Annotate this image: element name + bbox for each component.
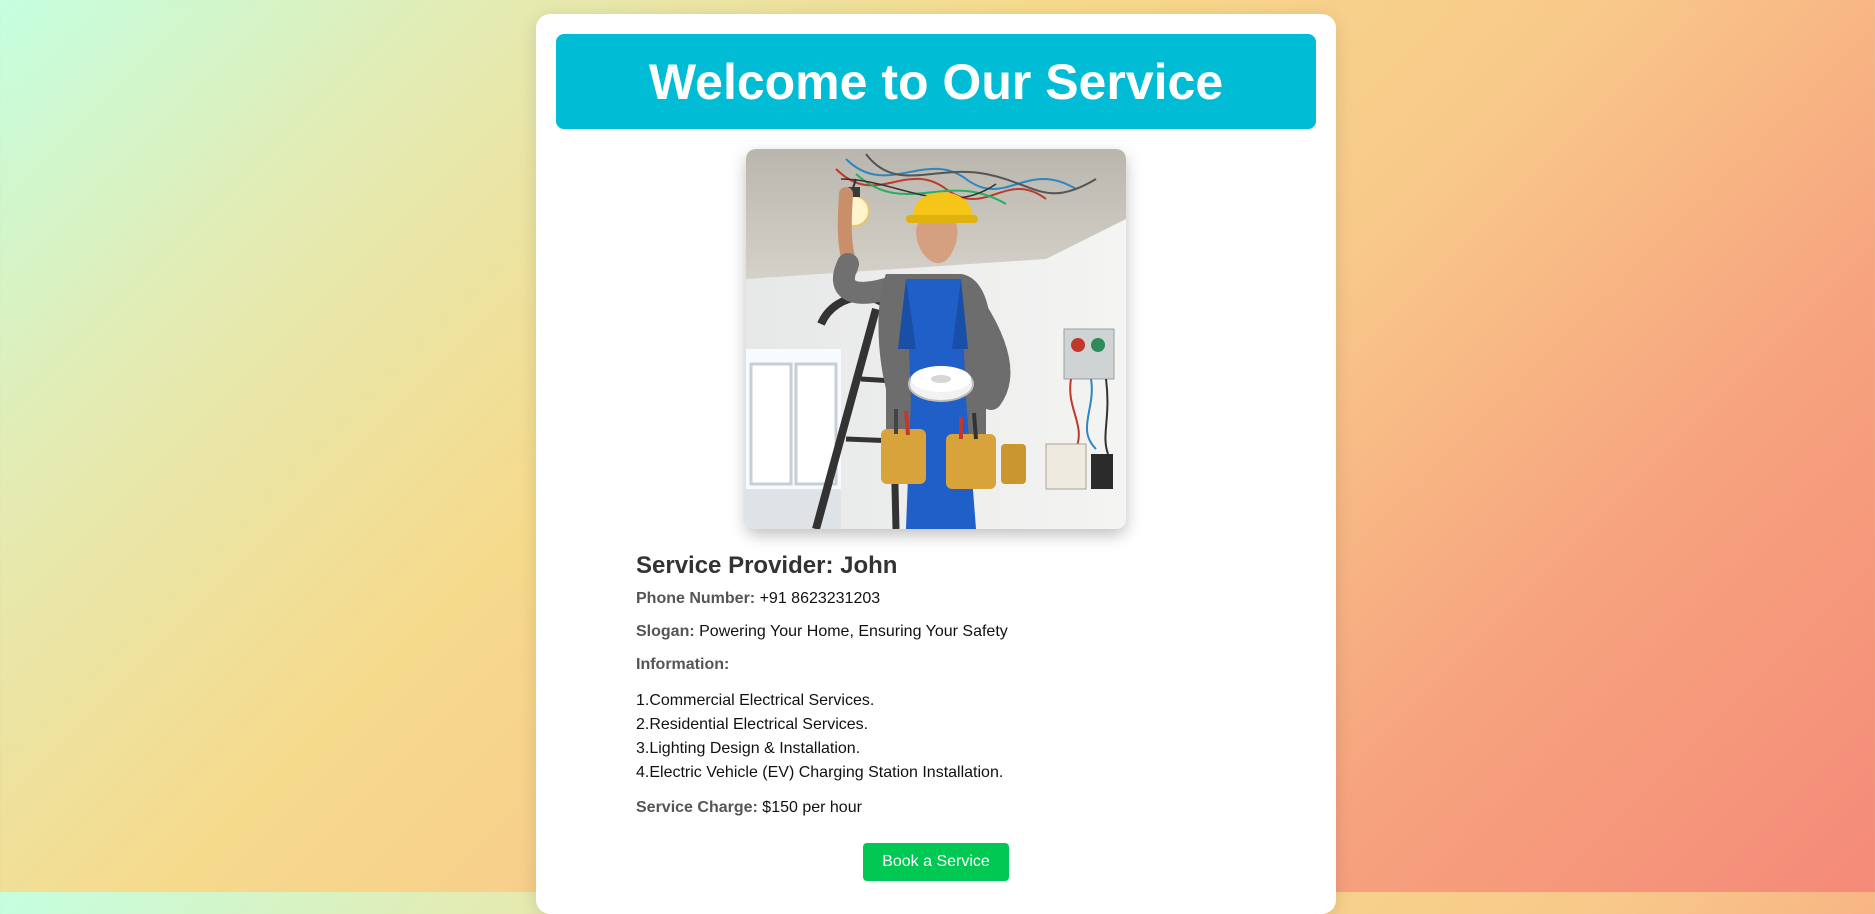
charge-value: $150 per hour — [762, 799, 862, 816]
phone-row: Phone Number: +91 8623231203 — [636, 590, 1236, 608]
book-service-button[interactable]: Book a Service — [863, 843, 1009, 881]
info-row: Information: — [636, 656, 1236, 674]
slogan-row: Slogan: Powering Your Home, Ensuring You… — [636, 623, 1236, 641]
charge-row: Service Charge: $150 per hour — [636, 799, 1236, 817]
phone-label: Phone Number: — [636, 590, 756, 607]
provider-heading: Service Provider: John — [636, 552, 898, 579]
info-label: Information: — [636, 656, 730, 673]
electrician-photo — [746, 149, 1126, 529]
slogan-label: Slogan: — [636, 623, 695, 640]
provider-details: Service Provider: John Phone Number: +91… — [636, 552, 1236, 832]
service-card: Welcome to Our Service Service Provider:… — [536, 14, 1336, 914]
button-container: Book a Service — [536, 843, 1336, 881]
list-item: 1.Commercial Electrical Services. — [636, 692, 875, 709]
list-item: 3.Lighting Design & Installation. — [636, 740, 861, 757]
slogan-value: Powering Your Home, Ensuring Your Safety — [699, 623, 1008, 640]
charge-label: Service Charge: — [636, 799, 758, 816]
page-title: Welcome to Our Service — [648, 53, 1224, 110]
phone-value: +91 8623231203 — [759, 590, 881, 607]
info-list: 1.Commercial Electrical Services. 2.Resi… — [636, 689, 1236, 785]
header-banner: Welcome to Our Service — [556, 34, 1316, 129]
list-item: 4.Electric Vehicle (EV) Charging Station… — [636, 764, 1004, 781]
list-item: 2.Residential Electrical Services. — [636, 716, 869, 733]
